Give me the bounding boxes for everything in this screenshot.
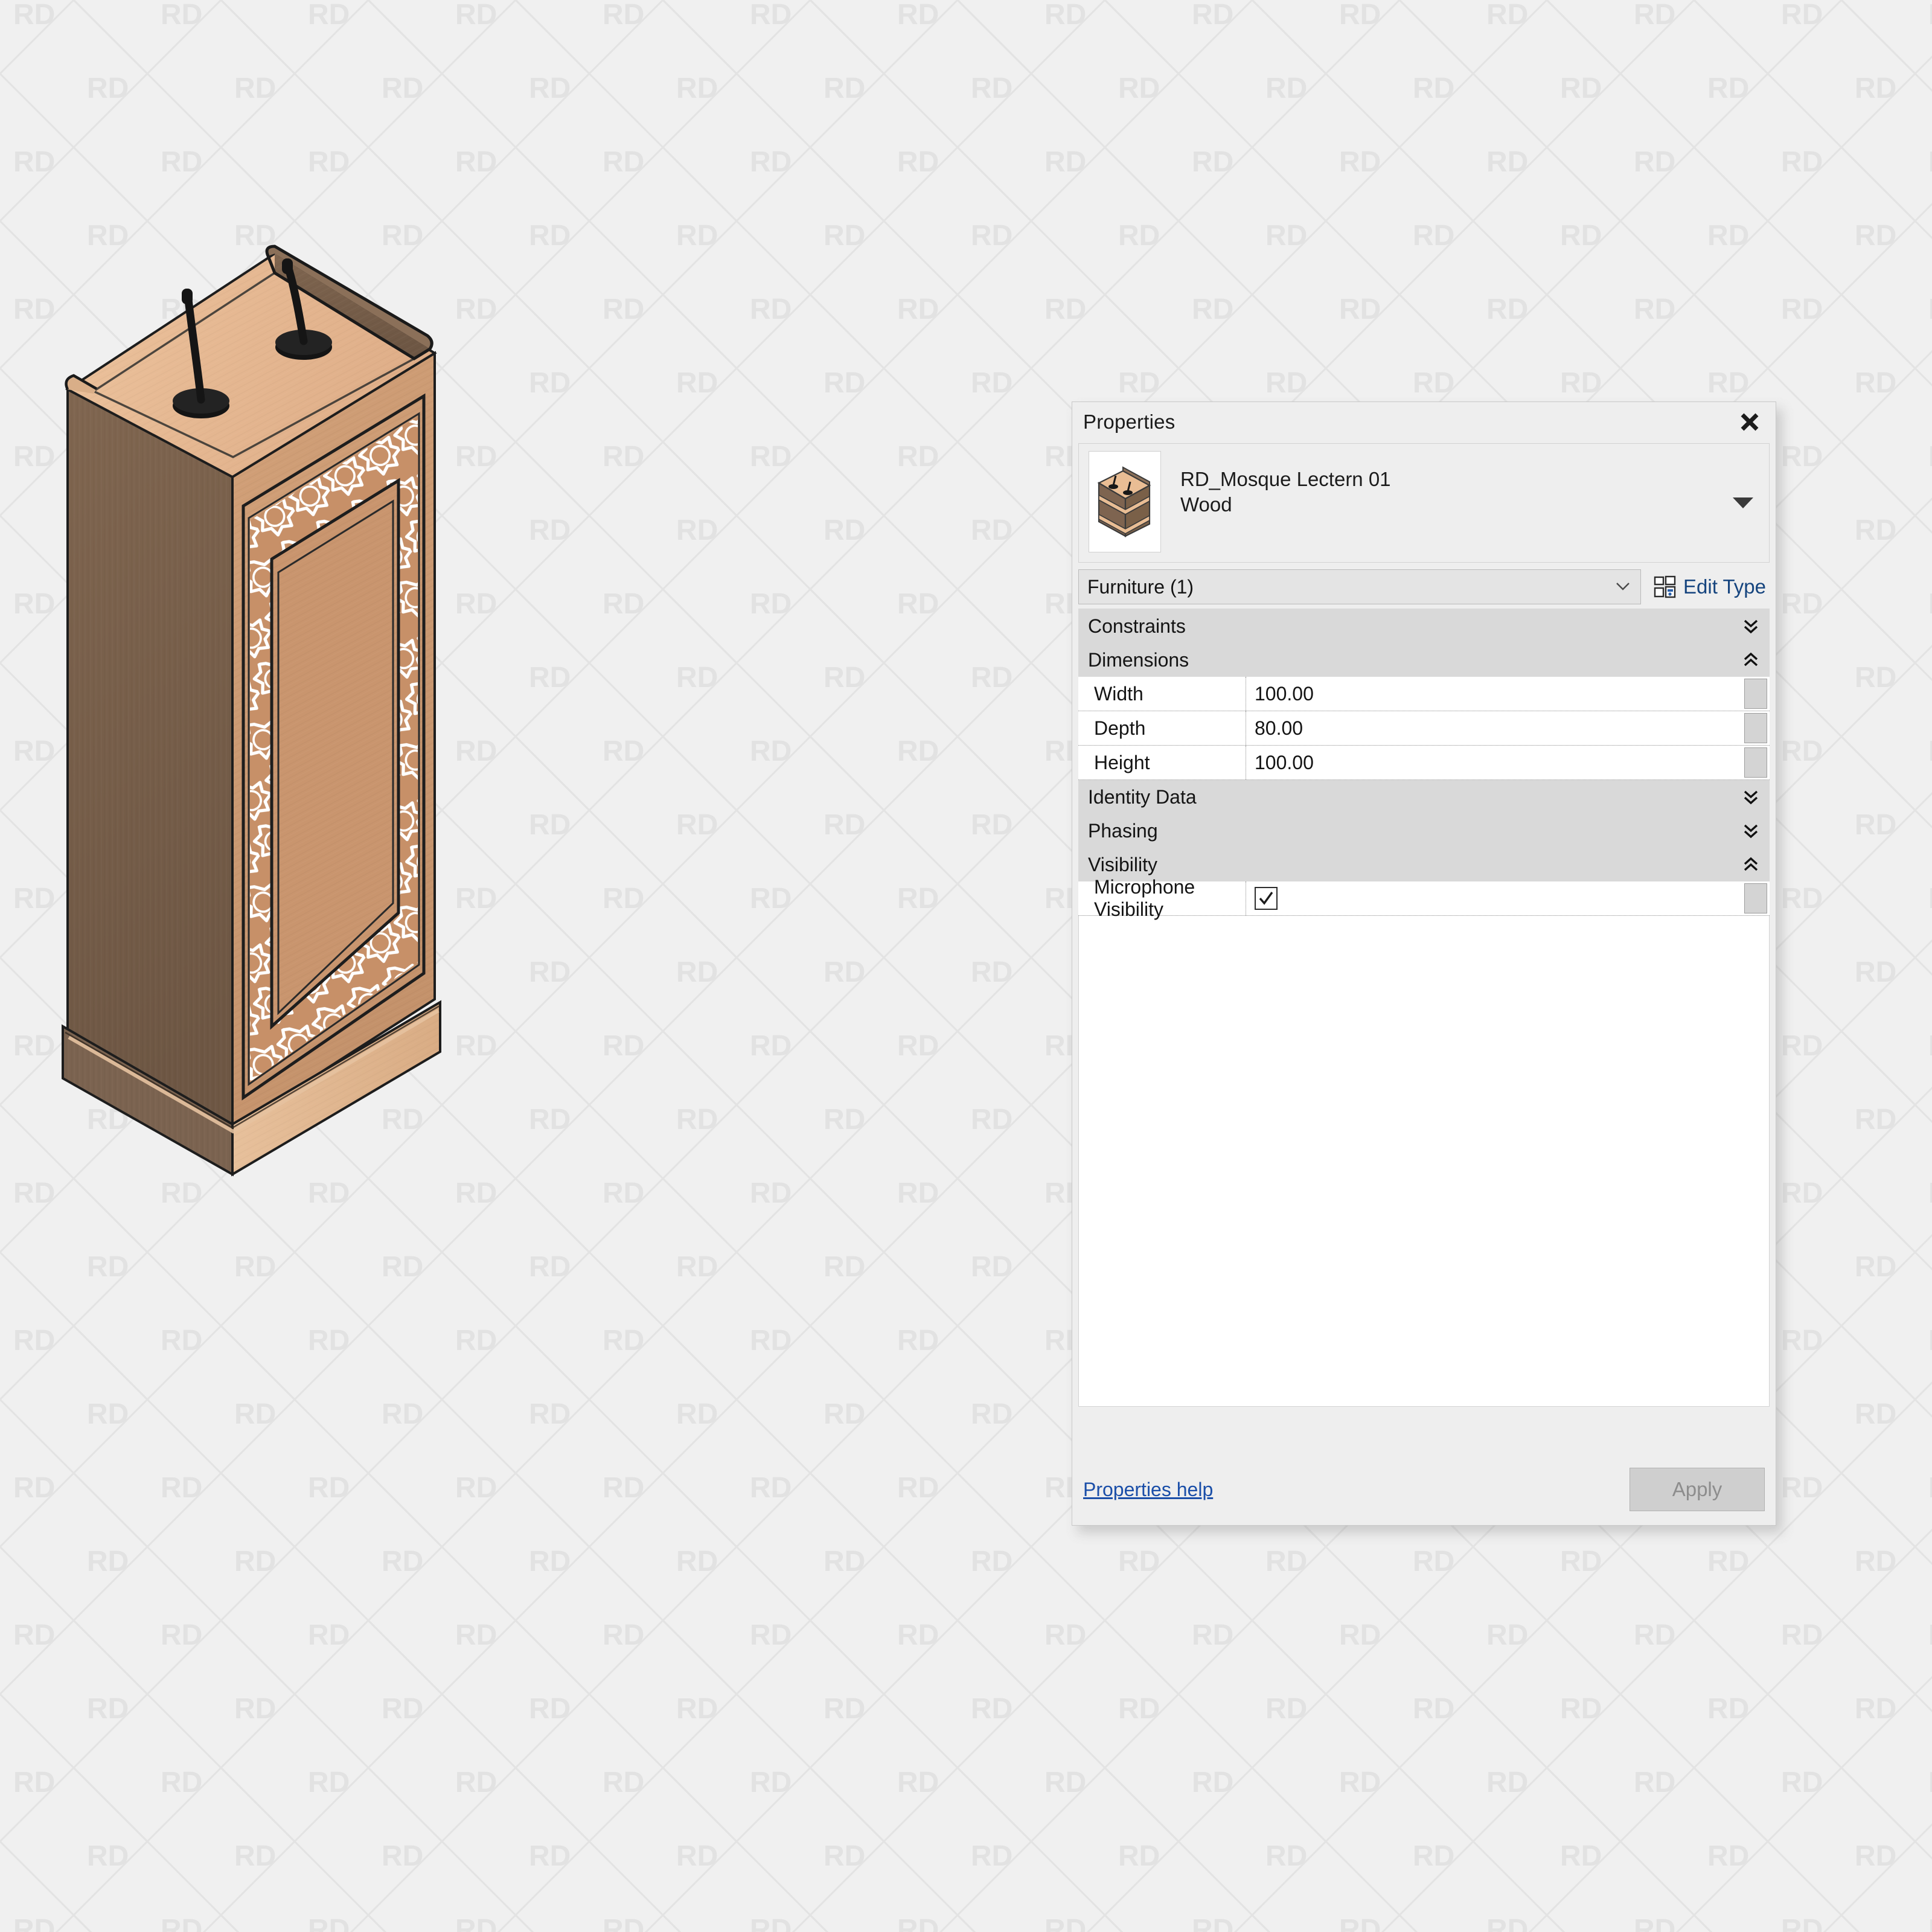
chevron-down-icon bbox=[1744, 790, 1758, 805]
property-row[interactable]: Width 100.00 bbox=[1078, 677, 1770, 711]
edit-type-label: Edit Type bbox=[1683, 575, 1766, 598]
edit-type-button[interactable]: Edit Type bbox=[1649, 575, 1770, 599]
panel-footer: Properties help Apply bbox=[1072, 1454, 1776, 1525]
close-icon[interactable] bbox=[1736, 408, 1764, 436]
category-select[interactable]: Furniture (1) bbox=[1078, 569, 1642, 604]
category-select-value: Furniture (1) bbox=[1087, 575, 1194, 598]
property-group-header[interactable]: Identity Data bbox=[1078, 780, 1770, 814]
property-group-header[interactable]: Constraints bbox=[1078, 609, 1770, 643]
type-thumbnail bbox=[1089, 451, 1161, 552]
property-value[interactable]: 80.00 bbox=[1246, 711, 1744, 745]
lectern-left-face bbox=[66, 387, 234, 1131]
property-group-label: Visibility bbox=[1088, 853, 1157, 875]
properties-help-link[interactable]: Properties help bbox=[1083, 1479, 1213, 1501]
apply-button[interactable]: Apply bbox=[1630, 1468, 1765, 1511]
chevron-down-icon bbox=[1744, 619, 1758, 634]
property-group-label: Identity Data bbox=[1088, 785, 1197, 808]
property-group-label: Phasing bbox=[1088, 819, 1158, 842]
apply-button-label: Apply bbox=[1672, 1478, 1722, 1500]
panel-title-bar: Properties bbox=[1072, 402, 1776, 442]
type-header: RD_Mosque Lectern 01 Wood bbox=[1078, 443, 1770, 563]
property-name: Width bbox=[1078, 677, 1246, 711]
chevron-down-icon bbox=[1744, 824, 1758, 839]
chevron-up-icon bbox=[1744, 652, 1758, 667]
properties-empty-area bbox=[1078, 916, 1770, 1407]
property-more-button[interactable] bbox=[1744, 713, 1767, 743]
visibility-checkbox[interactable] bbox=[1255, 887, 1278, 910]
properties-grid: Constraints Dimensions Width 100.00 Depth 80.… bbox=[1078, 609, 1770, 920]
property-row[interactable]: Depth 80.00 bbox=[1078, 711, 1770, 746]
lectern-front-face bbox=[231, 351, 436, 1131]
property-more-button[interactable] bbox=[1744, 679, 1767, 709]
property-group-header[interactable]: Dimensions bbox=[1078, 643, 1770, 677]
property-group-label: Constraints bbox=[1088, 615, 1186, 637]
property-name: Microphone Visibility bbox=[1078, 876, 1246, 920]
property-value[interactable]: 100.00 bbox=[1246, 746, 1744, 779]
property-row[interactable]: Microphone Visibility bbox=[1078, 876, 1770, 920]
property-row[interactable]: Height 100.00 bbox=[1078, 746, 1770, 780]
properties-palette[interactable]: Properties RD_Mosque Lectern 01 Wood Fur… bbox=[1072, 401, 1776, 1526]
chevron-up-icon bbox=[1744, 857, 1758, 871]
property-value[interactable] bbox=[1246, 881, 1744, 915]
property-group-label: Dimensions bbox=[1088, 648, 1189, 671]
property-value[interactable]: 100.00 bbox=[1246, 677, 1744, 711]
type-family-name: RD_Mosque Lectern 01 bbox=[1180, 468, 1391, 490]
lectern-3d-model bbox=[62, 245, 441, 1177]
chevron-down-icon[interactable] bbox=[1733, 497, 1753, 508]
type-name: RD_Mosque Lectern 01 Wood bbox=[1180, 467, 1391, 517]
property-more-button[interactable] bbox=[1744, 747, 1767, 778]
property-name: Height bbox=[1078, 746, 1246, 779]
category-selector-row: Furniture (1) Edit Type bbox=[1078, 569, 1770, 605]
type-variant-name: Wood bbox=[1180, 493, 1232, 516]
property-name: Depth bbox=[1078, 711, 1246, 745]
edit-type-icon bbox=[1654, 575, 1676, 598]
property-group-header[interactable]: Phasing bbox=[1078, 814, 1770, 848]
property-more-button[interactable] bbox=[1744, 883, 1767, 913]
check-icon bbox=[1259, 892, 1273, 905]
chevron-down-icon bbox=[1616, 583, 1630, 590]
page-title: Properties bbox=[1083, 411, 1176, 433]
